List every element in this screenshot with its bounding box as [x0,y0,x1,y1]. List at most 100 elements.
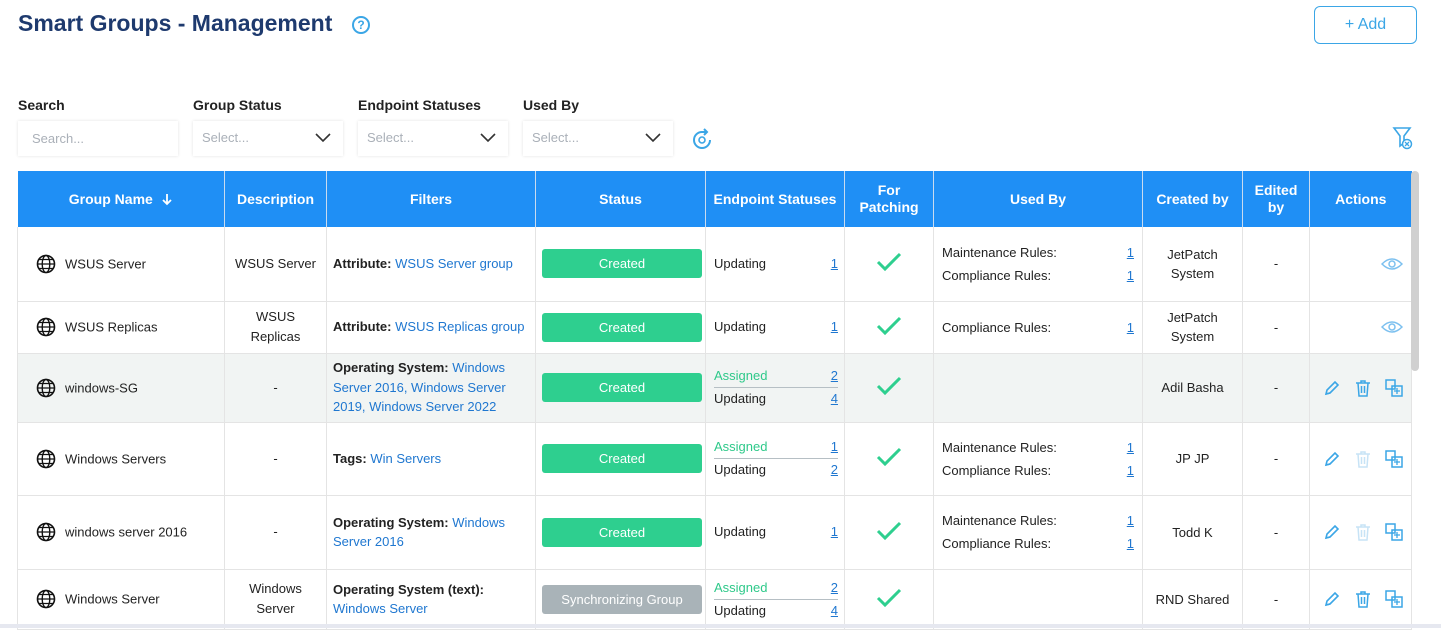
group-name[interactable]: WSUS Server [65,256,146,271]
table-scrollbar[interactable] [1411,171,1419,371]
filter-value[interactable]: Server 2016, Windows Server [333,380,506,395]
reset-filters-icon[interactable] [689,127,715,153]
edit-icon[interactable] [1323,523,1341,541]
check-icon [876,376,902,396]
endpoint-status-item: Updating 4 [714,388,838,410]
delete-icon[interactable] [1355,450,1371,468]
edit-icon[interactable] [1323,379,1341,397]
filter-value[interactable]: Windows [452,360,505,375]
group-name[interactable]: Windows Server [65,592,160,607]
filters-cell: Attribute: WSUS Replicas group [326,301,536,354]
endpoint-statuses-value: Select... [367,130,414,145]
duplicate-icon[interactable] [1385,523,1403,541]
delete-icon[interactable] [1355,590,1371,608]
endpoint-count-link[interactable]: 1 [831,253,838,275]
globe-icon [36,449,56,468]
help-icon[interactable]: ? [352,16,370,34]
filter-value[interactable]: Win Servers [370,451,441,466]
group-status-label: Group Status [193,97,282,113]
filter-label: Operating System: [333,360,449,376]
group-status-select[interactable]: Select... [193,121,343,156]
for-patching-cell [844,353,934,423]
table-row[interactable]: WSUS Server WSUS Server Attribute: WSUS Se… [17,227,1412,302]
endpoint-statuses-cell: Updating 1 [705,227,845,302]
view-icon[interactable] [1381,320,1403,334]
group-name[interactable]: windows server 2016 [65,525,187,540]
group-name[interactable]: windows-SG [65,380,138,395]
filter-value[interactable]: 2019, Windows Server 2022 [333,399,496,414]
col-description: Description [224,171,327,227]
add-button[interactable]: + Add [1314,6,1417,44]
used-by-count-link[interactable]: 1 [1127,436,1134,459]
filter-value[interactable]: Windows Server [333,601,428,616]
created-by-value: JetPatch [1167,246,1218,262]
table-row[interactable]: WSUS Replicas WSUS Replicas Attribute: WSU… [17,301,1412,354]
endpoint-count-link[interactable]: 1 [831,316,838,338]
row-description: - [273,379,278,395]
table-row[interactable]: windows server 2016 - Operating System: Wi… [17,495,1412,570]
globe-icon [36,522,56,542]
endpoint-statuses-cell: Updating 1 [705,495,845,570]
edit-icon[interactable] [1323,590,1341,608]
table-row[interactable]: Windows Server Windows Server Operating Sys… [17,569,1412,630]
used-by-count-link[interactable]: 1 [1127,532,1134,555]
duplicate-icon[interactable] [1385,590,1403,608]
row-description: - [273,524,278,539]
table-row[interactable]: windows-SG - Operating System: Windows Serv… [17,353,1412,423]
used-by-count-link[interactable]: 1 [1127,264,1134,287]
endpoint-status-item: Updating 1 [714,316,838,338]
duplicate-icon[interactable] [1385,449,1403,468]
actions-cell [1309,495,1412,570]
filter-value[interactable]: WSUS Server group [395,256,513,271]
endpoint-count-link[interactable]: 1 [831,521,838,543]
group-name-cell[interactable]: WSUS Replicas [17,301,225,354]
endpoint-count-link[interactable]: 2 [831,365,838,387]
delete-icon[interactable] [1355,379,1371,397]
filter-value[interactable]: Windows [452,515,505,530]
col-group-name[interactable]: Group Name [17,171,225,227]
endpoint-statuses-label: Endpoint Statuses [358,97,481,113]
smart-groups-table: Group Name Description Filters Status En… [17,171,1412,630]
endpoint-statuses-select[interactable]: Select... [358,121,508,156]
clear-filter-icon[interactable] [1392,125,1414,151]
endpoint-statuses-cell: Updating 1 [705,301,845,354]
group-name-cell[interactable]: Windows Servers [17,422,225,496]
used-by-cell: Compliance Rules: 1 [933,301,1143,354]
view-icon[interactable] [1381,257,1403,271]
filter-value[interactable]: Server 2016 [333,534,404,549]
search-input[interactable]: Search... [18,121,178,156]
endpoint-count-link[interactable]: 1 [831,436,838,458]
table-row[interactable]: Windows Servers - Tags: Win Servers Created… [17,422,1412,496]
delete-icon[interactable] [1355,523,1371,541]
created-by-value: System [1170,265,1215,281]
group-name-cell[interactable]: WSUS Server [17,227,225,302]
created-by-value: JetPatch [1167,310,1218,325]
globe-icon [36,378,56,397]
endpoint-statuses-cell: Assigned 2 Updating 4 [705,569,845,630]
filter-value[interactable]: WSUS Replicas group [395,319,524,334]
endpoint-count-link[interactable]: 2 [831,459,838,481]
group-name-cell[interactable]: windows-SG [17,353,225,423]
endpoint-count-link[interactable]: 4 [831,388,838,410]
used-by-count-link[interactable]: 1 [1127,241,1134,264]
check-icon [876,316,902,335]
group-name-cell[interactable]: windows server 2016 [17,495,225,570]
col-actions: Actions [1309,171,1412,227]
edited-by-cell: - [1242,495,1310,570]
edit-icon[interactable] [1323,450,1341,468]
endpoint-status-item: Updating 1 [714,521,838,543]
actions-cell [1309,227,1412,302]
group-name[interactable]: WSUS Replicas [65,320,157,335]
description-cell: WSUS Replicas [224,301,327,354]
endpoint-count-link[interactable]: 2 [831,577,838,599]
duplicate-icon[interactable] [1385,378,1403,397]
group-name-cell[interactable]: Windows Server [17,569,225,630]
globe-icon [36,254,56,274]
used-by-count-link[interactable]: 1 [1127,509,1134,532]
edited-by-cell: - [1242,422,1310,496]
group-name[interactable]: Windows Servers [65,451,166,466]
endpoint-count-link[interactable]: 4 [831,600,838,622]
used-by-count-link[interactable]: 1 [1127,459,1134,482]
used-by-select[interactable]: Select... [523,121,673,156]
used-by-count-link[interactable]: 1 [1127,316,1134,339]
